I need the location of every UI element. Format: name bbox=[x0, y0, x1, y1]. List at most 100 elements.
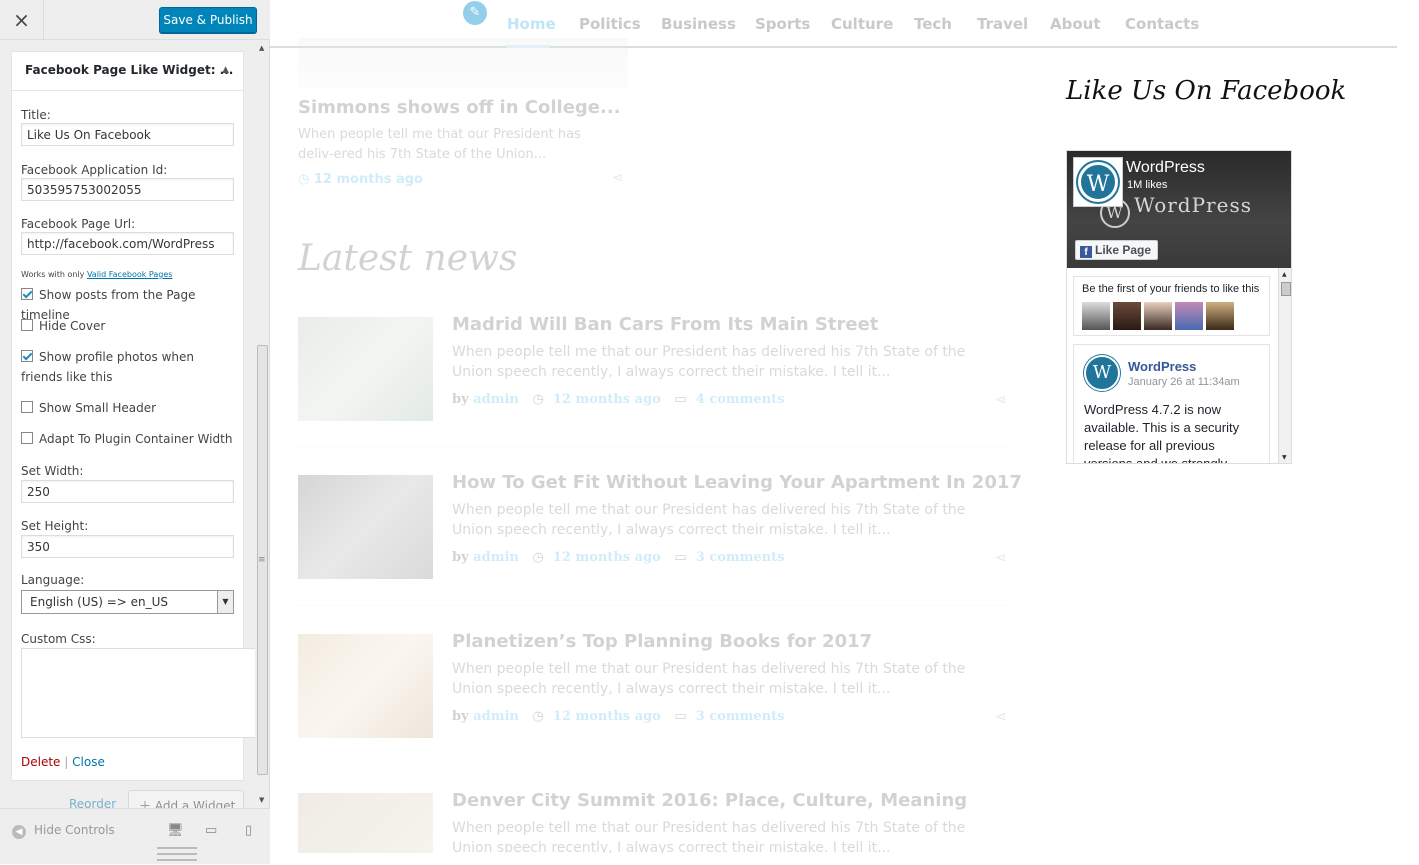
small-header-checkbox[interactable] bbox=[21, 401, 33, 413]
fb-scrollbar-thumb[interactable] bbox=[1281, 282, 1291, 296]
custom-css-textarea[interactable] bbox=[21, 648, 257, 738]
height-input[interactable] bbox=[21, 535, 234, 558]
friend-avatar[interactable] bbox=[1113, 302, 1141, 330]
show-faces-option[interactable]: Show profile photos when friends like th… bbox=[21, 347, 236, 387]
valid-pages-note: Works with only Valid Facebook Pages bbox=[21, 270, 172, 279]
article-title[interactable]: Planetizen’s Top Planning Books for 2017 bbox=[452, 631, 872, 652]
nav-item-politics[interactable]: Politics bbox=[579, 15, 641, 33]
adapt-width-option[interactable]: Adapt To Plugin Container Width bbox=[21, 429, 236, 449]
comments-link[interactable]: 3 comments bbox=[696, 550, 785, 565]
language-select[interactable]: English (US) => en_US ▼ bbox=[21, 590, 234, 614]
article-thumbnail[interactable] bbox=[298, 793, 433, 853]
hide-controls-button[interactable]: ◀ Hide Controls bbox=[12, 823, 115, 839]
article-time: 12 months ago bbox=[552, 392, 661, 407]
desktop-preview-icon[interactable]: 🖥 bbox=[167, 823, 184, 838]
nav-item-sports[interactable]: Sports bbox=[755, 15, 810, 33]
title-input[interactable] bbox=[21, 123, 234, 146]
show-faces-label: Show profile photos when friends like th… bbox=[21, 350, 194, 384]
tablet-preview-icon[interactable]: ▭ bbox=[205, 823, 217, 838]
collapse-arrow-icon[interactable]: ▲ bbox=[222, 65, 229, 75]
hide-controls-label: Hide Controls bbox=[34, 823, 115, 837]
customizer-header: × Save & Publish bbox=[0, 0, 270, 40]
close-customizer-button[interactable]: × bbox=[0, 0, 44, 40]
scrollbar-grip-icon: ≡ bbox=[258, 555, 266, 565]
nav-item-home[interactable]: Home bbox=[507, 15, 556, 33]
dropdown-arrow-icon[interactable]: ▼ bbox=[217, 591, 233, 613]
comments-link[interactable]: 3 comments bbox=[696, 709, 785, 724]
widget-title-bar[interactable]: Facebook Page Like Widget: ... ▲ bbox=[12, 52, 243, 91]
page-avatar[interactable]: W bbox=[1073, 157, 1123, 207]
fb-post-author[interactable]: WordPress bbox=[1128, 359, 1196, 374]
share-icon[interactable]: ⋖ bbox=[612, 170, 624, 186]
friend-avatar[interactable] bbox=[1082, 302, 1110, 330]
page-url-input[interactable] bbox=[21, 232, 234, 255]
author-link[interactable]: admin bbox=[473, 709, 519, 724]
action-separator: | bbox=[64, 755, 69, 769]
author-link[interactable]: admin bbox=[473, 392, 519, 407]
article-item: How To Get Fit Without Leaving Your Apar… bbox=[298, 472, 1022, 605]
fb-post-date[interactable]: January 26 at 11:34am bbox=[1128, 376, 1240, 388]
article-thumbnail[interactable] bbox=[298, 475, 433, 579]
delete-link[interactable]: Delete bbox=[21, 755, 60, 769]
small-header-option[interactable]: Show Small Header bbox=[21, 398, 236, 418]
add-widget-button[interactable]: ＋ Add a Widget bbox=[128, 790, 244, 808]
valid-pages-link[interactable]: Valid Facebook Pages bbox=[87, 270, 173, 279]
title-label: Title: bbox=[21, 108, 51, 122]
share-icon[interactable]: ⋖ bbox=[995, 709, 1007, 725]
post-title[interactable]: Simmons shows off in College... bbox=[298, 97, 621, 118]
post-time-text: 12 months ago bbox=[313, 172, 423, 187]
adapt-width-checkbox[interactable] bbox=[21, 432, 33, 444]
width-input[interactable] bbox=[21, 480, 234, 503]
comment-icon: ▭ bbox=[674, 392, 687, 407]
nav-item-about[interactable]: About bbox=[1050, 15, 1101, 33]
nav-item-travel[interactable]: Travel bbox=[977, 15, 1028, 33]
mobile-preview-icon[interactable]: ▯ bbox=[245, 823, 252, 838]
widget-actions: Delete | Close bbox=[21, 755, 105, 769]
friend-avatar[interactable] bbox=[1175, 302, 1203, 330]
reorder-link[interactable]: Reorder bbox=[69, 797, 116, 808]
save-publish-button[interactable]: Save & Publish bbox=[159, 7, 257, 33]
fb-scrollbar[interactable]: ▲ ▼ bbox=[1278, 268, 1291, 463]
drag-handle-icon[interactable] bbox=[157, 847, 197, 865]
post-excerpt: When people tell me that our President h… bbox=[298, 127, 581, 162]
edit-shortcut-pencil-icon[interactable]: ✎ bbox=[463, 1, 487, 25]
nav-item-business[interactable]: Business bbox=[661, 15, 736, 33]
post-thumbnail[interactable] bbox=[298, 38, 628, 88]
scroll-up-arrow-icon[interactable]: ▲ bbox=[259, 44, 264, 52]
article-title[interactable]: Denver City Summit 2016: Place, Culture,… bbox=[452, 793, 967, 811]
scroll-down-arrow-icon[interactable]: ▼ bbox=[1282, 454, 1287, 461]
post-time: ◷ 12 months ago bbox=[298, 172, 423, 187]
widget-title: Facebook Page Like Widget: ... bbox=[25, 63, 234, 77]
article-thumbnail[interactable] bbox=[298, 634, 433, 738]
nav-item-culture[interactable]: Culture bbox=[831, 15, 893, 33]
wordpress-w-icon[interactable]: W bbox=[1084, 355, 1120, 391]
hide-cover-option[interactable]: Hide Cover bbox=[21, 316, 236, 336]
article-title[interactable]: How To Get Fit Without Leaving Your Apar… bbox=[452, 472, 1022, 493]
nav-item-tech[interactable]: Tech bbox=[914, 15, 952, 33]
fb-likes-count: 1M likes bbox=[1127, 179, 1168, 191]
article-time: 12 months ago bbox=[552, 550, 661, 565]
article-title[interactable]: Madrid Will Ban Cars From Its Main Stree… bbox=[452, 314, 878, 335]
small-header-label: Show Small Header bbox=[39, 401, 157, 415]
fb-page-name[interactable]: WordPress bbox=[1126, 159, 1205, 177]
share-icon[interactable]: ⋖ bbox=[995, 392, 1007, 408]
scroll-down-arrow-icon[interactable]: ▼ bbox=[259, 796, 264, 804]
facebook-cover-image[interactable]: W WordPress W WordPress 1M likes f Like Pa… bbox=[1067, 151, 1291, 268]
fb-post-text: WordPress 4.7.2 is now available. This i… bbox=[1084, 402, 1240, 464]
author-link[interactable]: admin bbox=[473, 550, 519, 565]
nav-item-contacts[interactable]: Contacts bbox=[1125, 15, 1199, 33]
app-id-input[interactable] bbox=[21, 178, 234, 201]
like-page-button[interactable]: f Like Page bbox=[1075, 240, 1159, 260]
share-icon[interactable]: ⋖ bbox=[995, 550, 1007, 566]
scroll-up-arrow-icon[interactable]: ▲ bbox=[1282, 271, 1287, 278]
wordpress-w-icon: W bbox=[1078, 162, 1118, 202]
show-posts-checkbox[interactable] bbox=[21, 288, 33, 300]
friend-avatar[interactable] bbox=[1206, 302, 1234, 330]
comments-link[interactable]: 4 comments bbox=[696, 392, 785, 407]
friend-avatar[interactable] bbox=[1144, 302, 1172, 330]
close-link[interactable]: Close bbox=[72, 755, 105, 769]
article-thumbnail[interactable] bbox=[298, 317, 433, 421]
article-divider bbox=[298, 446, 1010, 447]
hide-cover-checkbox[interactable] bbox=[21, 319, 33, 331]
show-faces-checkbox[interactable] bbox=[21, 350, 33, 362]
